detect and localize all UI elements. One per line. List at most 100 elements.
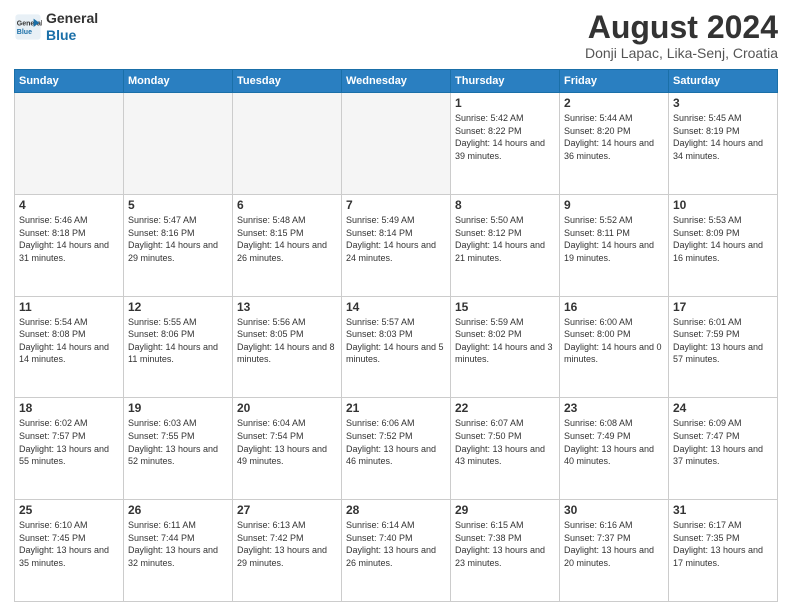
- calendar-cell: [124, 93, 233, 195]
- day-number: 6: [237, 198, 337, 212]
- calendar-cell: 11Sunrise: 5:54 AMSunset: 8:08 PMDayligh…: [15, 296, 124, 398]
- calendar-cell: 2Sunrise: 5:44 AMSunset: 8:20 PMDaylight…: [560, 93, 669, 195]
- day-info: Sunrise: 5:48 AMSunset: 8:15 PMDaylight:…: [237, 214, 337, 264]
- week-row-2: 4 Sunrise: 5:46 AMSunset: 8:18 PMDaylight…: [15, 194, 778, 296]
- header: General Blue General Blue August 2024 Do…: [14, 10, 778, 61]
- day-number: 20: [237, 401, 337, 415]
- calendar-cell: 27 Sunrise: 6:13 AMSunset: 7:42 PMDayligh…: [233, 500, 342, 602]
- calendar-cell: 5 Sunrise: 5:47 AMSunset: 8:16 PMDaylight…: [124, 194, 233, 296]
- day-info: Sunrise: 5:52 AMSunset: 8:11 PMDaylight:…: [564, 214, 664, 264]
- day-header-friday: Friday: [560, 70, 669, 93]
- calendar-cell: 18 Sunrise: 6:02 AMSunset: 7:57 PMDayligh…: [15, 398, 124, 500]
- calendar-cell: 10 Sunrise: 5:53 AMSunset: 8:09 PMDayligh…: [669, 194, 778, 296]
- calendar-cell: 21Sunrise: 6:06 AMSunset: 7:52 PMDayligh…: [342, 398, 451, 500]
- calendar-cell: 8 Sunrise: 5:50 AMSunset: 8:12 PMDaylight…: [451, 194, 560, 296]
- logo-blue: Blue: [46, 27, 76, 43]
- day-header-wednesday: Wednesday: [342, 70, 451, 93]
- day-number: 4: [19, 198, 119, 212]
- day-info: Sunrise: 5:49 AMSunset: 8:14 PMDaylight:…: [346, 214, 446, 264]
- calendar-header-row: SundayMondayTuesdayWednesdayThursdayFrid…: [15, 70, 778, 93]
- day-info: Sunrise: 6:06 AMSunset: 7:52 PMDaylight:…: [346, 417, 446, 467]
- day-info: Sunrise: 5:45 AMSunset: 8:19 PMDaylight:…: [673, 112, 773, 162]
- day-number: 8: [455, 198, 555, 212]
- day-info: Sunrise: 5:47 AMSunset: 8:16 PMDaylight:…: [128, 214, 228, 264]
- svg-text:General: General: [17, 20, 42, 27]
- calendar-cell: 15 Sunrise: 5:59 AMSunset: 8:02 PMDayligh…: [451, 296, 560, 398]
- day-number: 26: [128, 503, 228, 517]
- calendar-cell: 28 Sunrise: 6:14 AMSunset: 7:40 PMDayligh…: [342, 500, 451, 602]
- week-row-5: 25Sunrise: 6:10 AMSunset: 7:45 PMDayligh…: [15, 500, 778, 602]
- day-number: 5: [128, 198, 228, 212]
- day-info: Sunrise: 6:08 AMSunset: 7:49 PMDaylight:…: [564, 417, 664, 467]
- svg-text:Blue: Blue: [17, 29, 32, 36]
- day-info: Sunrise: 6:07 AMSunset: 7:50 PMDaylight:…: [455, 417, 555, 467]
- day-info: Sunrise: 6:11 AMSunset: 7:44 PMDaylight:…: [128, 519, 228, 569]
- day-info: Sunrise: 6:14 AMSunset: 7:40 PMDaylight:…: [346, 519, 446, 569]
- day-info: Sunrise: 5:56 AMSunset: 8:05 PMDaylight:…: [237, 316, 337, 366]
- day-info: Sunrise: 6:15 AMSunset: 7:38 PMDaylight:…: [455, 519, 555, 569]
- day-number: 16: [564, 300, 664, 314]
- calendar-cell: 16 Sunrise: 6:00 AMSunset: 8:00 PMDayligh…: [560, 296, 669, 398]
- week-row-4: 18 Sunrise: 6:02 AMSunset: 7:57 PMDayligh…: [15, 398, 778, 500]
- day-info: Sunrise: 6:02 AMSunset: 7:57 PMDaylight:…: [19, 417, 119, 467]
- day-number: 24: [673, 401, 773, 415]
- day-info: Sunrise: 5:53 AMSunset: 8:09 PMDaylight:…: [673, 214, 773, 264]
- day-info: Sunrise: 6:09 AMSunset: 7:47 PMDaylight:…: [673, 417, 773, 467]
- title-block: August 2024 Donji Lapac, Lika-Senj, Croa…: [585, 10, 778, 61]
- day-info: Sunrise: 5:57 AMSunset: 8:03 PMDaylight:…: [346, 316, 446, 366]
- day-number: 14: [346, 300, 446, 314]
- day-number: 10: [673, 198, 773, 212]
- day-number: 12: [128, 300, 228, 314]
- calendar-cell: 6 Sunrise: 5:48 AMSunset: 8:15 PMDaylight…: [233, 194, 342, 296]
- day-info: Sunrise: 6:13 AMSunset: 7:42 PMDaylight:…: [237, 519, 337, 569]
- calendar-cell: 17Sunrise: 6:01 AMSunset: 7:59 PMDayligh…: [669, 296, 778, 398]
- calendar-table: SundayMondayTuesdayWednesdayThursdayFrid…: [14, 69, 778, 602]
- day-number: 3: [673, 96, 773, 110]
- day-number: 19: [128, 401, 228, 415]
- logo-general: General: [46, 10, 98, 26]
- calendar-cell: 22 Sunrise: 6:07 AMSunset: 7:50 PMDayligh…: [451, 398, 560, 500]
- day-number: 22: [455, 401, 555, 415]
- day-info: Sunrise: 5:46 AMSunset: 8:18 PMDaylight:…: [19, 214, 119, 264]
- calendar-cell: 20 Sunrise: 6:04 AMSunset: 7:54 PMDayligh…: [233, 398, 342, 500]
- day-info: Sunrise: 5:59 AMSunset: 8:02 PMDaylight:…: [455, 316, 555, 366]
- day-info: Sunrise: 5:42 AMSunset: 8:22 PMDaylight:…: [455, 112, 555, 162]
- calendar-cell: 26 Sunrise: 6:11 AMSunset: 7:44 PMDayligh…: [124, 500, 233, 602]
- calendar-cell: 4 Sunrise: 5:46 AMSunset: 8:18 PMDaylight…: [15, 194, 124, 296]
- day-info: Sunrise: 5:50 AMSunset: 8:12 PMDaylight:…: [455, 214, 555, 264]
- calendar-cell: 7 Sunrise: 5:49 AMSunset: 8:14 PMDaylight…: [342, 194, 451, 296]
- day-number: 1: [455, 96, 555, 110]
- day-number: 2: [564, 96, 664, 110]
- calendar-cell: 12 Sunrise: 5:55 AMSunset: 8:06 PMDayligh…: [124, 296, 233, 398]
- day-number: 15: [455, 300, 555, 314]
- calendar-cell: [15, 93, 124, 195]
- day-number: 25: [19, 503, 119, 517]
- day-info: Sunrise: 6:04 AMSunset: 7:54 PMDaylight:…: [237, 417, 337, 467]
- day-info: Sunrise: 6:03 AMSunset: 7:55 PMDaylight:…: [128, 417, 228, 467]
- calendar-cell: 14 Sunrise: 5:57 AMSunset: 8:03 PMDayligh…: [342, 296, 451, 398]
- calendar-cell: 23Sunrise: 6:08 AMSunset: 7:49 PMDayligh…: [560, 398, 669, 500]
- day-number: 28: [346, 503, 446, 517]
- day-number: 18: [19, 401, 119, 415]
- day-number: 11: [19, 300, 119, 314]
- day-info: Sunrise: 6:17 AMSunset: 7:35 PMDaylight:…: [673, 519, 773, 569]
- subtitle: Donji Lapac, Lika-Senj, Croatia: [585, 45, 778, 61]
- calendar-cell: 1 Sunrise: 5:42 AMSunset: 8:22 PMDaylight…: [451, 93, 560, 195]
- week-row-1: 1 Sunrise: 5:42 AMSunset: 8:22 PMDaylight…: [15, 93, 778, 195]
- logo: General Blue General Blue: [14, 10, 98, 44]
- calendar-cell: 25Sunrise: 6:10 AMSunset: 7:45 PMDayligh…: [15, 500, 124, 602]
- calendar-cell: 13 Sunrise: 5:56 AMSunset: 8:05 PMDayligh…: [233, 296, 342, 398]
- day-number: 30: [564, 503, 664, 517]
- logo-text: General Blue: [46, 10, 98, 44]
- day-info: Sunrise: 6:00 AMSunset: 8:00 PMDaylight:…: [564, 316, 664, 366]
- day-number: 13: [237, 300, 337, 314]
- day-number: 27: [237, 503, 337, 517]
- page: General Blue General Blue August 2024 Do…: [0, 0, 792, 612]
- day-info: Sunrise: 5:55 AMSunset: 8:06 PMDaylight:…: [128, 316, 228, 366]
- logo-icon: General Blue: [14, 13, 42, 41]
- day-number: 7: [346, 198, 446, 212]
- day-info: Sunrise: 6:16 AMSunset: 7:37 PMDaylight:…: [564, 519, 664, 569]
- main-title: August 2024: [585, 10, 778, 45]
- week-row-3: 11Sunrise: 5:54 AMSunset: 8:08 PMDayligh…: [15, 296, 778, 398]
- calendar-cell: [342, 93, 451, 195]
